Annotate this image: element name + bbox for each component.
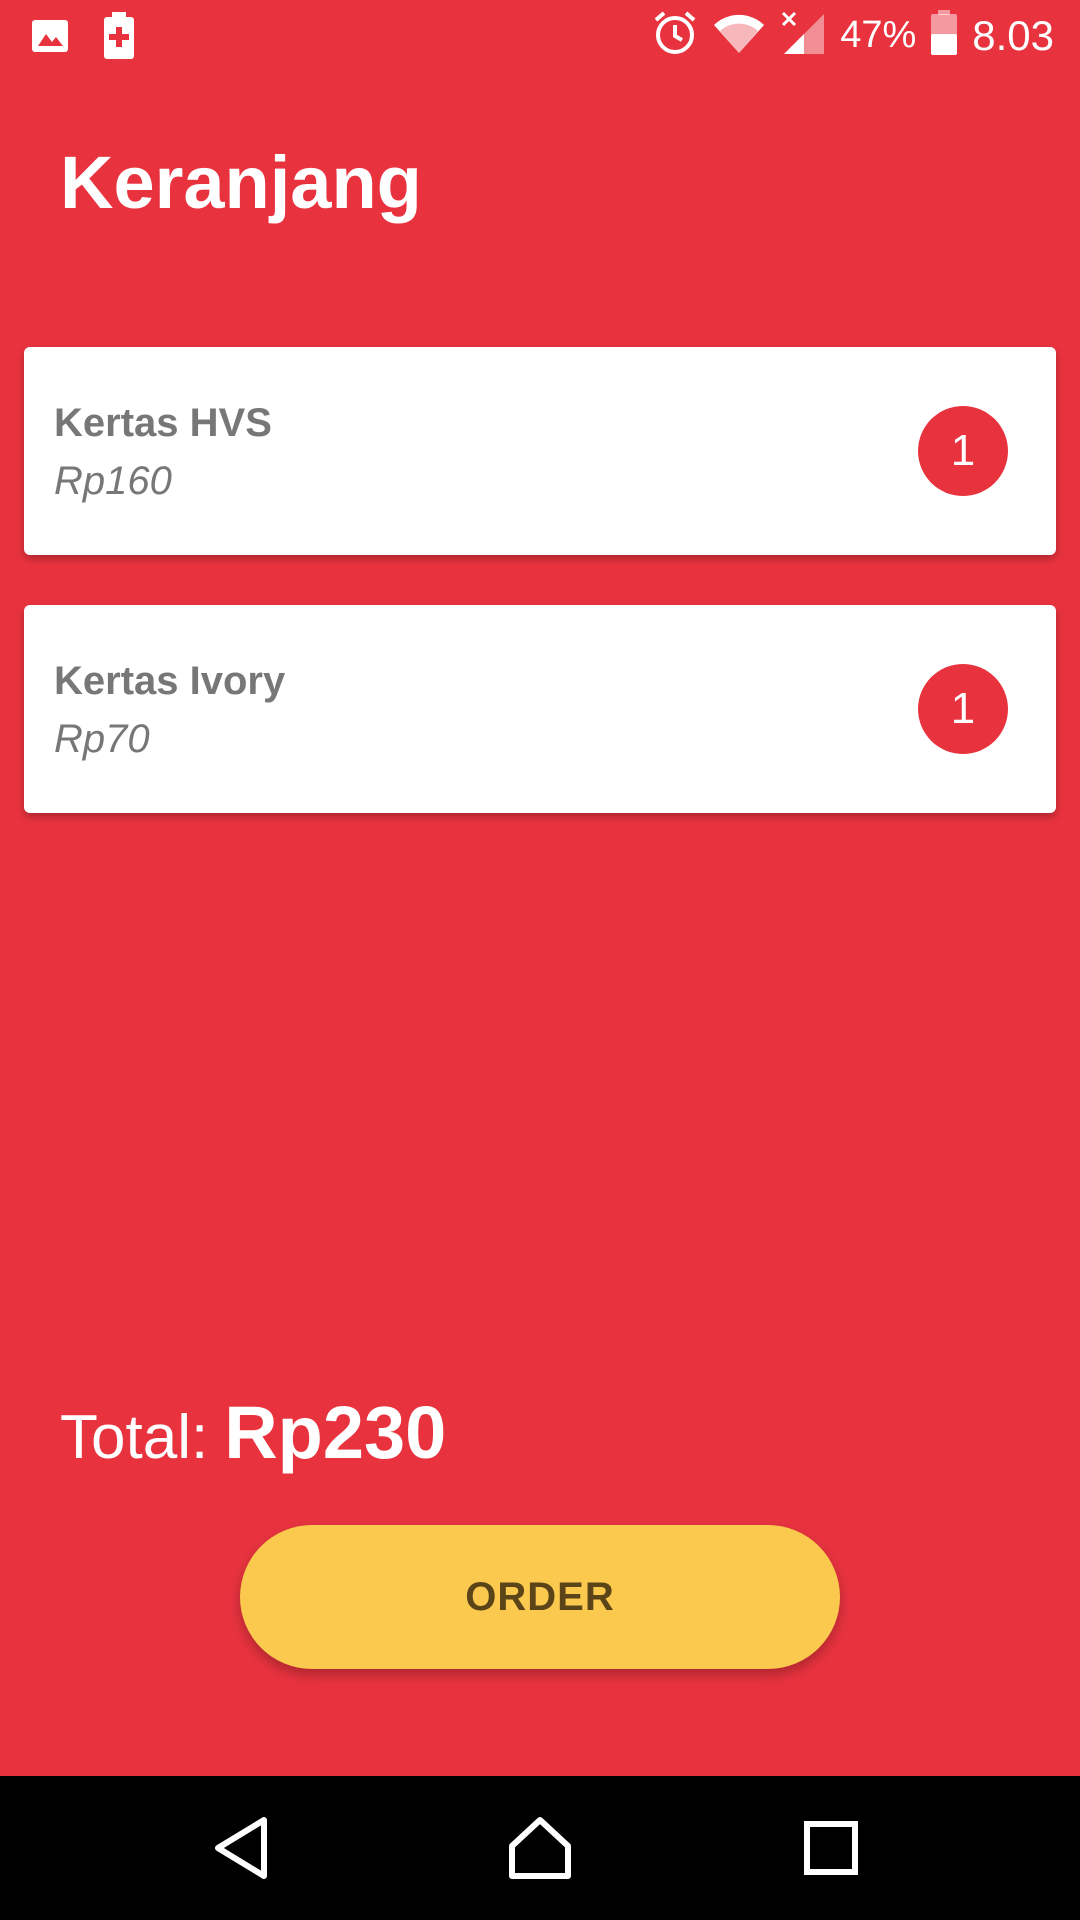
order-button[interactable]: ORDER (240, 1525, 840, 1669)
clock: 8.03 (972, 11, 1054, 59)
item-name: Kertas Ivory (54, 659, 286, 703)
cart-item[interactable]: Kertas Ivory Rp70 1 (24, 605, 1056, 813)
cart-item[interactable]: Kertas HVS Rp160 1 (24, 347, 1056, 555)
home-icon[interactable] (508, 1814, 572, 1887)
total-label: Total: (60, 1403, 209, 1472)
image-icon (30, 16, 70, 61)
item-price: Rp160 (54, 459, 172, 503)
item-price: Rp70 (54, 717, 150, 761)
wifi-icon (712, 11, 766, 60)
battery-saver-icon (102, 12, 136, 65)
navigation-bar (0, 1776, 1080, 1920)
item-name: Kertas HVS (54, 401, 272, 445)
quantity-badge[interactable]: 1 (918, 406, 1008, 496)
battery-percent: 47% (840, 14, 917, 56)
total-value: Rp230 (224, 1391, 447, 1474)
quantity-badge[interactable]: 1 (918, 664, 1008, 754)
cart-list: Kertas HVS Rp160 1 Kertas Ivory Rp70 1 (24, 347, 1056, 863)
page-title: Keranjang (60, 141, 422, 224)
signal-icon (780, 10, 826, 61)
alarm-icon (652, 10, 698, 61)
battery-icon (930, 10, 958, 61)
back-icon[interactable] (210, 1814, 274, 1887)
status-bar: 47% 8.03 (0, 0, 1080, 75)
recents-icon[interactable] (800, 1814, 864, 1887)
total-row: Total: Rp230 (60, 1390, 446, 1475)
